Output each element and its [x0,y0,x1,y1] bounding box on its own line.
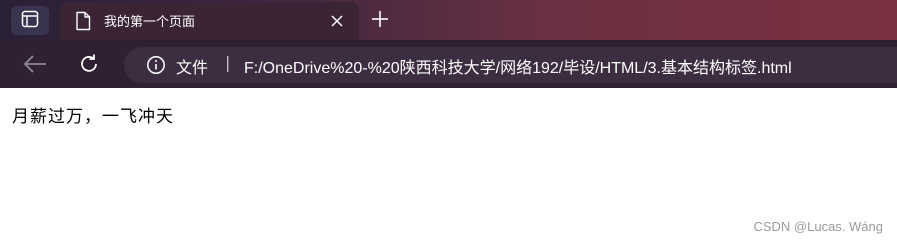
tab-active[interactable]: 我的第一个页面 [60,2,359,40]
reload-icon[interactable] [77,52,101,80]
address-separator: | [225,53,231,72]
tab-strip: 我的第一个页面 [0,0,897,40]
watermark: CSDN @Lucas. Wáng [753,219,883,234]
address-bar[interactable]: 文件 | F:/OneDrive%20-%20陕西科技大学/网络192/毕设/H… [124,47,897,83]
plus-icon[interactable] [370,9,390,33]
navigation-toolbar: 文件 | F:/OneDrive%20-%20陕西科技大学/网络192/毕设/H… [0,40,897,88]
tab-actions-icon [21,10,39,32]
tab-actions-button[interactable] [11,6,49,35]
address-scheme-label: 文件 [176,58,209,77]
address-url[interactable]: F:/OneDrive%20-%20陕西科技大学/网络192/毕设/HTML/3… [244,54,792,78]
page-body-text: 月薪过万，一飞冲天 [12,107,174,127]
page-content: 月薪过万，一飞冲天 CSDN @Lucas. Wáng [0,88,897,242]
page-icon [75,11,91,35]
close-icon[interactable] [330,13,344,32]
back-arrow-icon[interactable] [22,53,48,79]
info-icon[interactable] [146,55,166,79]
tab-title: 我的第一个页面 [104,15,196,30]
